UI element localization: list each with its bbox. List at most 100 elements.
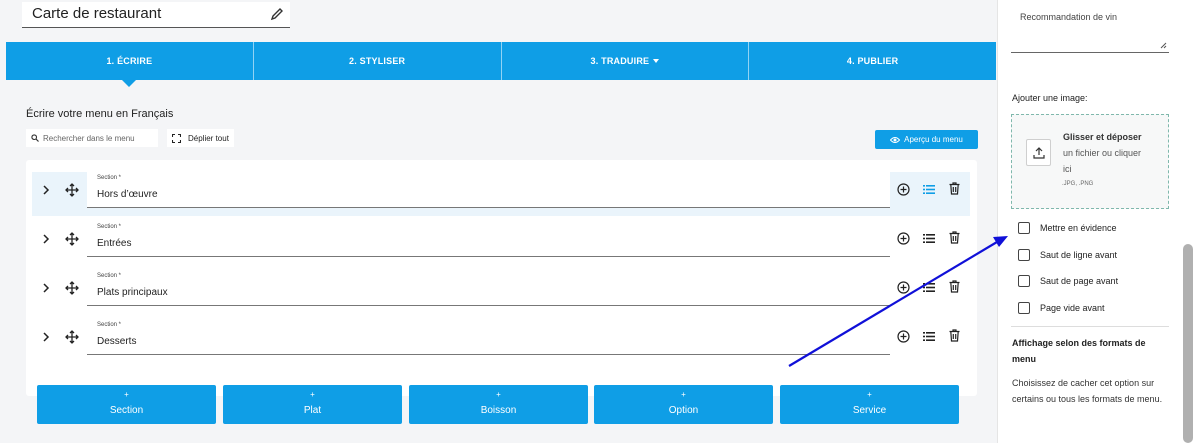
preview-menu-button[interactable]: Aperçu du menu [875, 130, 978, 149]
checkbox-blank-page-before[interactable]: Page vide avant [1018, 301, 1105, 315]
step-tabs: 1. ÉCRIRE 2. STYLISER 3. TRADUIRE 4. PUB… [6, 42, 996, 87]
checkbox[interactable] [1018, 302, 1030, 314]
sections-list: Section * Hors d’œuvre Section * Entrées… [26, 160, 977, 396]
section-name-field[interactable]: Section * Entrées [87, 221, 890, 257]
resize-handle-icon[interactable] [1160, 42, 1167, 49]
drag-move-icon[interactable] [65, 232, 79, 246]
list-icon[interactable] [923, 233, 935, 244]
section-row: Section * Hors d’œuvre [32, 172, 970, 216]
format-display-description: Choisissez de cacher cet option sur cert… [1012, 378, 1163, 404]
search-placeholder: Rechercher dans le menu [43, 133, 135, 143]
add-option-button[interactable]: + Option [594, 385, 773, 424]
section-field-value: Desserts [97, 336, 137, 347]
add-section-label: Section [109, 405, 144, 416]
checkbox-label: Page vide avant [1040, 303, 1105, 313]
tab-style[interactable]: 2. STYLISER [254, 42, 502, 80]
add-drink-label: Boisson [480, 405, 517, 416]
checkbox-label: Saut de ligne avant [1040, 250, 1118, 260]
add-dish-label: Plat [303, 405, 322, 416]
list-icon[interactable] [923, 282, 935, 293]
dropzone-title: Glisser et déposer [1063, 132, 1142, 142]
add-option-label: Option [668, 405, 699, 416]
item-settings-panel: Recommandation de vin Ajouter une image:… [997, 0, 1199, 443]
preview-menu-label: Aperçu du menu [904, 135, 963, 144]
section-field-value: Hors d’œuvre [97, 189, 158, 200]
drag-move-icon[interactable] [65, 183, 79, 197]
section-row: Section * Desserts [32, 319, 970, 363]
plus-icon: + [496, 390, 501, 399]
wine-recommendation-label: Recommandation de vin [1020, 12, 1118, 22]
wine-recommendation-field[interactable]: Recommandation de vin [1011, 0, 1169, 53]
tab-translate[interactable]: 3. TRADUIRE [502, 42, 750, 80]
eye-icon [890, 136, 901, 143]
checkbox[interactable] [1018, 275, 1030, 287]
editor-heading: Écrire votre menu en Français [26, 108, 174, 120]
add-service-label: Service [852, 405, 887, 416]
checkbox-highlight[interactable]: Mettre en évidence [1018, 221, 1117, 235]
drag-move-icon[interactable] [65, 281, 79, 295]
section-row: Section * Plats principaux [32, 270, 970, 314]
add-image-label: Ajouter une image: [1012, 93, 1088, 103]
list-icon[interactable] [923, 184, 935, 195]
section-field-value: Entrées [97, 238, 132, 249]
checkbox-label: Saut de page avant [1040, 276, 1119, 286]
trash-icon[interactable] [949, 329, 960, 342]
chevron-right-icon[interactable] [41, 331, 51, 343]
menu-title-field[interactable]: Carte de restaurant [22, 2, 290, 28]
chevron-right-icon[interactable] [41, 233, 51, 245]
upload-icon [1033, 147, 1045, 159]
search-input[interactable]: Rechercher dans le menu [26, 129, 158, 147]
format-display-heading: Affichage selon des formats de menu [1012, 338, 1146, 364]
trash-icon[interactable] [949, 231, 960, 244]
add-item-bar: + Section + Plat + Boisson + Option + Se… [37, 385, 961, 424]
tab-publish[interactable]: 4. PUBLIER [749, 42, 996, 80]
dropzone-line2: un fichier ou cliquer [1063, 148, 1142, 158]
add-section-button[interactable]: + Section [37, 385, 216, 424]
add-service-button[interactable]: + Service [780, 385, 959, 424]
caret-down-icon [653, 59, 660, 63]
add-circle-icon[interactable] [897, 232, 910, 245]
plus-icon: + [124, 390, 129, 399]
section-field-label: Section * [97, 175, 122, 181]
list-icon[interactable] [923, 331, 935, 342]
section-field-label: Section * [97, 322, 122, 328]
pencil-icon[interactable] [270, 7, 284, 21]
plus-icon: + [681, 390, 686, 399]
expand-all-label: Déplier tout [188, 133, 229, 143]
add-circle-icon[interactable] [897, 183, 910, 196]
expand-icon [172, 133, 181, 143]
checkbox-page-break-before[interactable]: Saut de page avant [1018, 274, 1118, 288]
drag-move-icon[interactable] [65, 330, 79, 344]
dropzone-formats: .JPG, .PNG [1062, 181, 1094, 187]
tab-style-label: 2. STYLISER [349, 56, 406, 66]
section-name-field[interactable]: Section * Hors d’œuvre [87, 172, 890, 208]
tab-translate-label: 3. TRADUIRE [590, 56, 650, 66]
upload-button[interactable] [1026, 139, 1051, 166]
add-circle-icon[interactable] [897, 281, 910, 294]
chevron-right-icon[interactable] [41, 184, 51, 196]
section-field-value: Plats principaux [97, 287, 168, 298]
add-circle-icon[interactable] [897, 330, 910, 343]
expand-all-button[interactable]: Déplier tout [167, 129, 234, 147]
checkbox[interactable] [1018, 222, 1030, 234]
trash-icon[interactable] [949, 280, 960, 293]
section-field-label: Section * [97, 224, 122, 230]
image-dropzone[interactable]: Glisser et déposer un fichier ou cliquer… [1011, 114, 1169, 209]
trash-icon[interactable] [949, 182, 960, 195]
add-drink-button[interactable]: + Boisson [409, 385, 588, 424]
checkbox[interactable] [1018, 249, 1030, 261]
tab-publish-label: 4. PUBLIER [846, 56, 899, 66]
dropzone-line3: ici [1063, 164, 1072, 174]
add-dish-button[interactable]: + Plat [223, 385, 402, 424]
plus-icon: + [310, 390, 315, 399]
scrollbar[interactable] [1183, 244, 1193, 443]
section-field-label: Section * [97, 273, 122, 279]
tab-write-label: 1. ÉCRIRE [106, 56, 153, 66]
section-row: Section * Entrées [32, 221, 970, 265]
menu-editor: Carte de restaurant 1. ÉCRIRE 2. STYLISE… [0, 0, 997, 443]
section-name-field[interactable]: Section * Plats principaux [87, 270, 890, 306]
chevron-right-icon[interactable] [41, 282, 51, 294]
section-name-field[interactable]: Section * Desserts [87, 319, 890, 355]
tab-write[interactable]: 1. ÉCRIRE [6, 42, 254, 87]
checkbox-line-break-before[interactable]: Saut de ligne avant [1018, 248, 1117, 262]
